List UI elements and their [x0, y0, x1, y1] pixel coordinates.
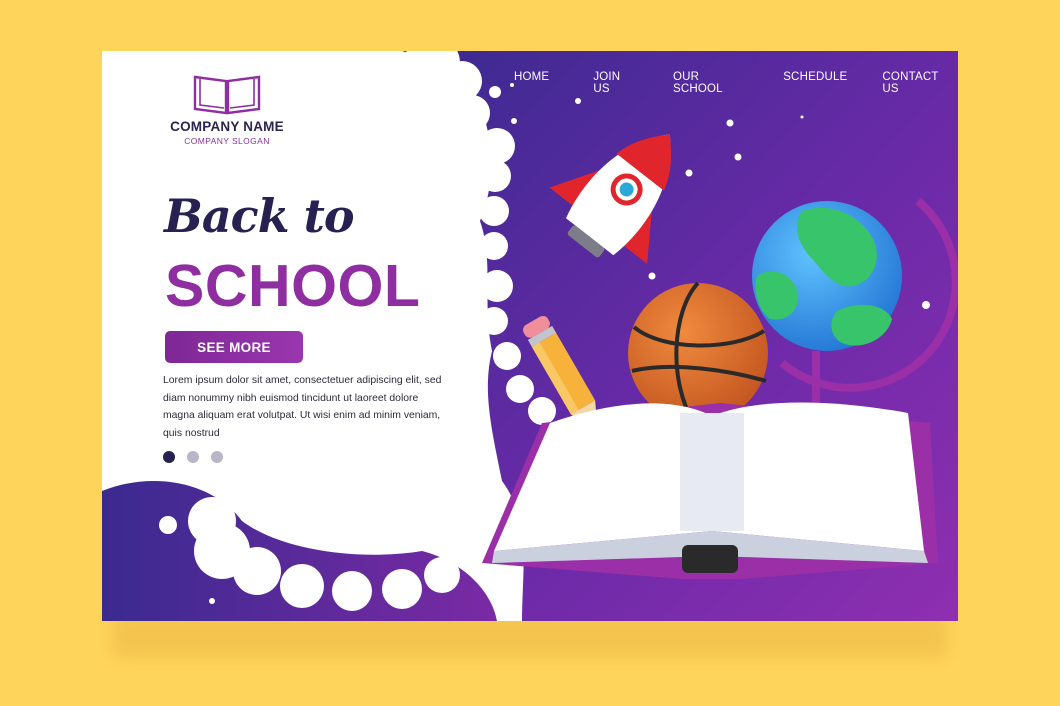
carousel-dots	[163, 451, 223, 463]
hero-description: Lorem ipsum dolor sit amet, consectetuer…	[163, 375, 442, 439]
nav-schedule[interactable]: SCHEDULE	[783, 71, 847, 95]
see-more-button[interactable]: SEE MORE	[165, 331, 303, 363]
open-book-illustration	[482, 402, 938, 579]
hero-title-line2: SCHOOL	[165, 253, 421, 319]
nav-home[interactable]: HOME	[514, 71, 549, 95]
main-nav: HOME JOIN US OUR SCHOOL SCHEDULE CONTACT…	[514, 71, 958, 95]
logo[interactable]: COMPANY NAME COMPANY SLOGAN	[162, 71, 292, 146]
nav-join-us[interactable]: JOIN US	[593, 71, 640, 95]
hero-title-line1: Back to	[164, 189, 355, 243]
carousel-dot-1[interactable]	[163, 451, 175, 463]
nav-our-school[interactable]: OUR SCHOOL	[673, 71, 752, 95]
landing-page: COMPANY NAME COMPANY SLOGAN HOME JOIN US…	[102, 51, 958, 621]
company-slogan: COMPANY SLOGAN	[184, 136, 270, 146]
open-book-icon	[193, 75, 261, 115]
basketball-icon	[628, 281, 768, 425]
carousel-dot-2[interactable]	[187, 451, 199, 463]
carousel-dot-3[interactable]	[211, 451, 223, 463]
company-name: COMPANY NAME	[170, 119, 284, 134]
nav-contact-us[interactable]: CONTACT US	[882, 71, 958, 95]
